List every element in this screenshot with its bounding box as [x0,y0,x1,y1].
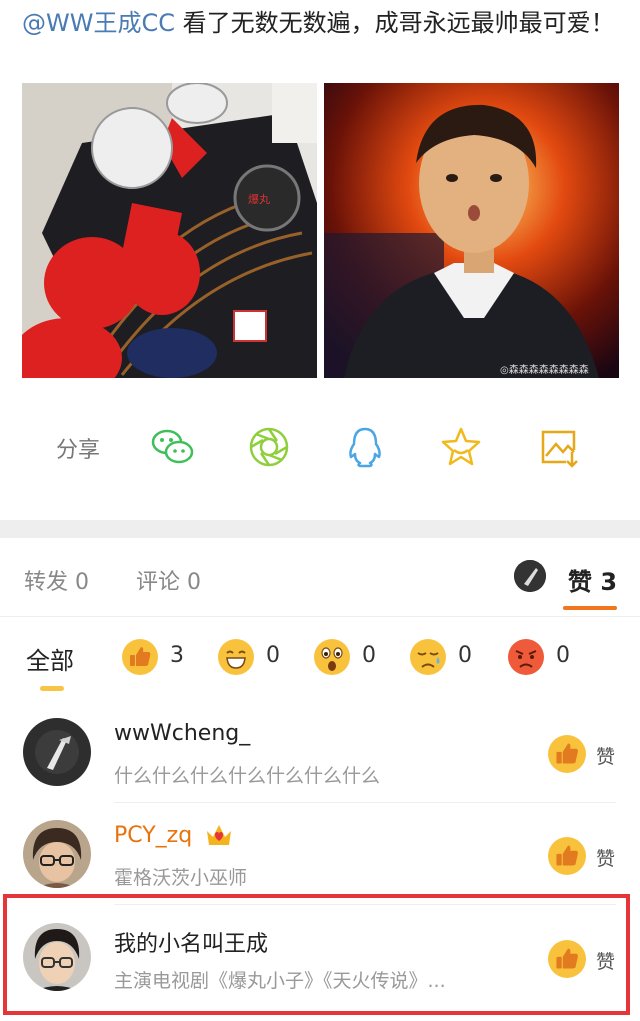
laugh-emoji-icon [218,639,254,675]
vip-crown-icon[interactable] [204,821,234,849]
username[interactable]: wwWcheng_ [114,721,250,746]
reaction-count: 3 [170,643,184,668]
interaction-tabs: 转发 0 评论 0 赞 3 [0,540,640,617]
user-bio: 什么什么什么什么什么什么什么 [114,765,381,787]
reaction-count: 0 [458,643,472,668]
avatar[interactable] [23,820,91,888]
mention-link[interactable]: @WW王成CC [22,9,175,37]
wechat-icon[interactable] [150,424,196,470]
liker-avatar-mini [514,560,546,592]
user-bio: 霍格沃茨小巫师 [114,867,248,889]
favorite-star-icon[interactable] [438,424,484,470]
reaction-filter: 全部 3 0 0 0 0 [0,617,640,703]
reaction-count: 0 [362,643,376,668]
highlight-box [3,894,630,1015]
share-row: 分享 [0,418,640,478]
tab-comment[interactable]: 评论 0 [136,564,201,596]
sad-emoji-icon [410,639,446,675]
angry-emoji-icon [508,639,544,675]
svg-text:◎森森森森森森森森: ◎森森森森森森森森 [500,363,589,376]
like-label: 赞 [596,848,616,870]
save-image-icon[interactable] [536,424,582,470]
tab-like[interactable]: 赞 3 [568,562,617,597]
row-divider [114,802,616,803]
reaction-count: 0 [266,643,280,668]
like-label: 赞 [596,746,616,768]
post-image-toys[interactable]: 爆丸 [22,83,317,378]
moments-icon[interactable] [246,424,292,470]
list-item[interactable]: PCY_zq 霍格沃茨小巫师 赞 [0,805,640,905]
reaction-all-indicator [40,686,64,691]
reaction-all[interactable]: 全部 [26,641,74,676]
share-label: 分享 [56,438,101,463]
svg-text:爆丸: 爆丸 [248,192,270,206]
avatar[interactable] [23,718,91,786]
thumbs-up-icon[interactable] [548,735,586,773]
username[interactable]: PCY_zq [114,823,192,848]
reaction-count: 0 [556,643,570,668]
tab-repost[interactable]: 转发 0 [24,564,89,596]
qq-icon[interactable] [342,424,388,470]
post-text: @WW王成CC 看了无数无数遍，成哥永远最帅最可爱！ [22,4,622,42]
list-item[interactable]: wwWcheng_ 什么什么什么什么什么什么什么 赞 [0,703,640,803]
wow-emoji-icon [314,639,350,675]
post-body: 看了无数无数遍，成哥永远最帅最可爱！ [174,9,615,37]
thumbs-up-icon[interactable] [548,837,586,875]
active-tab-indicator [563,606,617,610]
post-image-actor[interactable]: ◎森森森森森森森森 [324,83,619,378]
thumbs-up-emoji-icon [122,639,158,675]
section-divider [0,520,640,538]
